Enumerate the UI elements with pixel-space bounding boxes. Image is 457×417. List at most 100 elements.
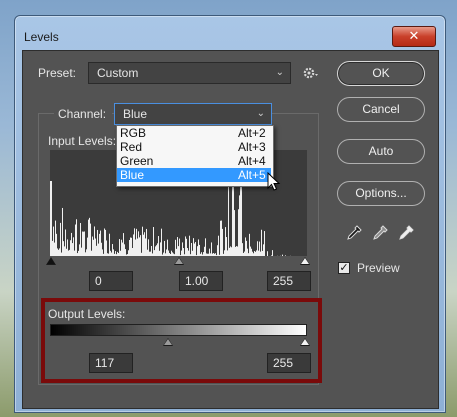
histogram-bar: [192, 250, 193, 256]
histogram-bar: [211, 242, 212, 256]
histogram-bar: [239, 195, 240, 256]
histogram-bar: [100, 230, 101, 256]
histogram-bar: [285, 255, 286, 256]
histogram-bar: [90, 223, 91, 256]
input-gamma-field[interactable]: 1.00: [179, 271, 223, 291]
histogram-bar: [200, 253, 201, 256]
close-button[interactable]: ✕: [392, 26, 436, 47]
histogram-bar: [111, 252, 112, 256]
menu-item-blue[interactable]: Blue Alt+5: [117, 168, 271, 182]
preview-checkbox[interactable]: ✓: [338, 262, 350, 274]
histogram-bar: [156, 245, 157, 256]
histogram-bar: [68, 250, 69, 256]
histogram-bar: [267, 251, 268, 256]
histogram-bar: [250, 246, 251, 256]
histogram-bar: [252, 251, 253, 256]
histogram-bar: [70, 240, 71, 256]
ok-button[interactable]: OK: [337, 61, 425, 86]
histogram-bar: [157, 243, 158, 256]
menu-item-shortcut: Alt+5: [238, 168, 266, 182]
preset-select[interactable]: Custom ⌄: [88, 62, 291, 84]
histogram-bar: [56, 233, 57, 256]
histogram-bar: [98, 243, 99, 256]
histogram-bar: [177, 237, 178, 256]
histogram-bar: [119, 239, 120, 256]
histogram-bar: [221, 220, 222, 256]
histogram-bar: [54, 242, 55, 256]
histogram-bar: [101, 242, 102, 256]
histogram-bar: [212, 253, 213, 256]
histogram-bar: [117, 251, 118, 256]
histogram-bar: [66, 248, 67, 256]
histogram-bar: [93, 239, 94, 256]
histogram-bar: [61, 252, 62, 256]
histogram-bar: [182, 242, 183, 256]
histogram-bar: [207, 253, 208, 256]
histogram-bar: [165, 253, 166, 256]
options-button[interactable]: Options...: [337, 181, 425, 206]
histogram-bar: [72, 243, 73, 256]
histogram-bar: [247, 248, 248, 256]
black-eyedropper-icon[interactable]: [346, 225, 362, 246]
gear-icon[interactable]: [302, 65, 320, 81]
input-white-field[interactable]: 255: [267, 271, 311, 291]
histogram-bar: [155, 246, 156, 256]
histogram-bar: [78, 250, 79, 256]
histogram-bar: [203, 252, 204, 256]
histogram-bar: [187, 248, 188, 256]
histogram-bar: [171, 250, 172, 256]
histogram-bar: [238, 209, 239, 256]
output-white-slider[interactable]: [300, 338, 310, 346]
channel-label: Channel:: [58, 107, 107, 121]
channel-select[interactable]: Blue ⌄: [114, 103, 272, 125]
histogram-bar: [193, 238, 194, 256]
gray-eyedropper-icon[interactable]: [372, 225, 388, 246]
histogram-bar: [173, 253, 174, 256]
histogram-bar: [166, 249, 167, 256]
cancel-button[interactable]: Cancel: [337, 97, 425, 122]
histogram-bar: [218, 235, 219, 256]
chevron-down-icon: ⌄: [256, 108, 265, 119]
histogram-bar: [259, 241, 260, 256]
histogram-bar: [126, 254, 127, 256]
histogram-bar: [122, 242, 123, 256]
histogram-bar: [74, 250, 75, 256]
histogram-bar: [143, 234, 144, 256]
output-black-slider[interactable]: [163, 338, 173, 346]
menu-item-label: Blue: [120, 168, 145, 182]
histogram-bar: [136, 228, 137, 256]
histogram-bar: [83, 231, 84, 256]
output-white-field[interactable]: 255: [267, 353, 311, 373]
histogram-bar: [121, 239, 122, 256]
histogram-bar: [237, 246, 238, 256]
histogram-bar: [204, 246, 205, 256]
histogram-bar: [69, 249, 70, 256]
auto-button[interactable]: Auto: [337, 139, 425, 164]
histogram-bar: [87, 237, 88, 256]
histogram-bar: [164, 240, 165, 256]
histogram-bar: [76, 219, 77, 256]
input-black-field[interactable]: 0: [89, 271, 133, 291]
white-eyedropper-icon[interactable]: [398, 225, 414, 246]
histogram-bar: [109, 233, 110, 256]
input-gamma-slider[interactable]: [174, 257, 184, 265]
histogram-bar: [79, 244, 80, 256]
input-white-slider[interactable]: [300, 257, 310, 265]
histogram-bar: [248, 253, 249, 256]
menu-item-red[interactable]: Red Alt+3: [117, 140, 271, 154]
histogram-bar: [58, 249, 59, 256]
histogram-bar: [235, 246, 236, 256]
histogram-bar: [129, 240, 130, 256]
histogram-bar: [183, 248, 184, 256]
menu-item-green[interactable]: Green Alt+4: [117, 154, 271, 168]
histogram-bar: [208, 253, 209, 256]
input-black-slider[interactable]: [46, 257, 56, 265]
histogram-bar: [243, 252, 244, 256]
window-title: Levels: [24, 30, 59, 44]
histogram-bar: [131, 237, 132, 256]
output-black-field[interactable]: 117: [89, 353, 133, 373]
histogram-bar: [144, 232, 145, 256]
histogram-bar: [137, 238, 138, 256]
histogram-bar: [115, 251, 116, 256]
menu-item-rgb[interactable]: RGB Alt+2: [117, 126, 271, 140]
